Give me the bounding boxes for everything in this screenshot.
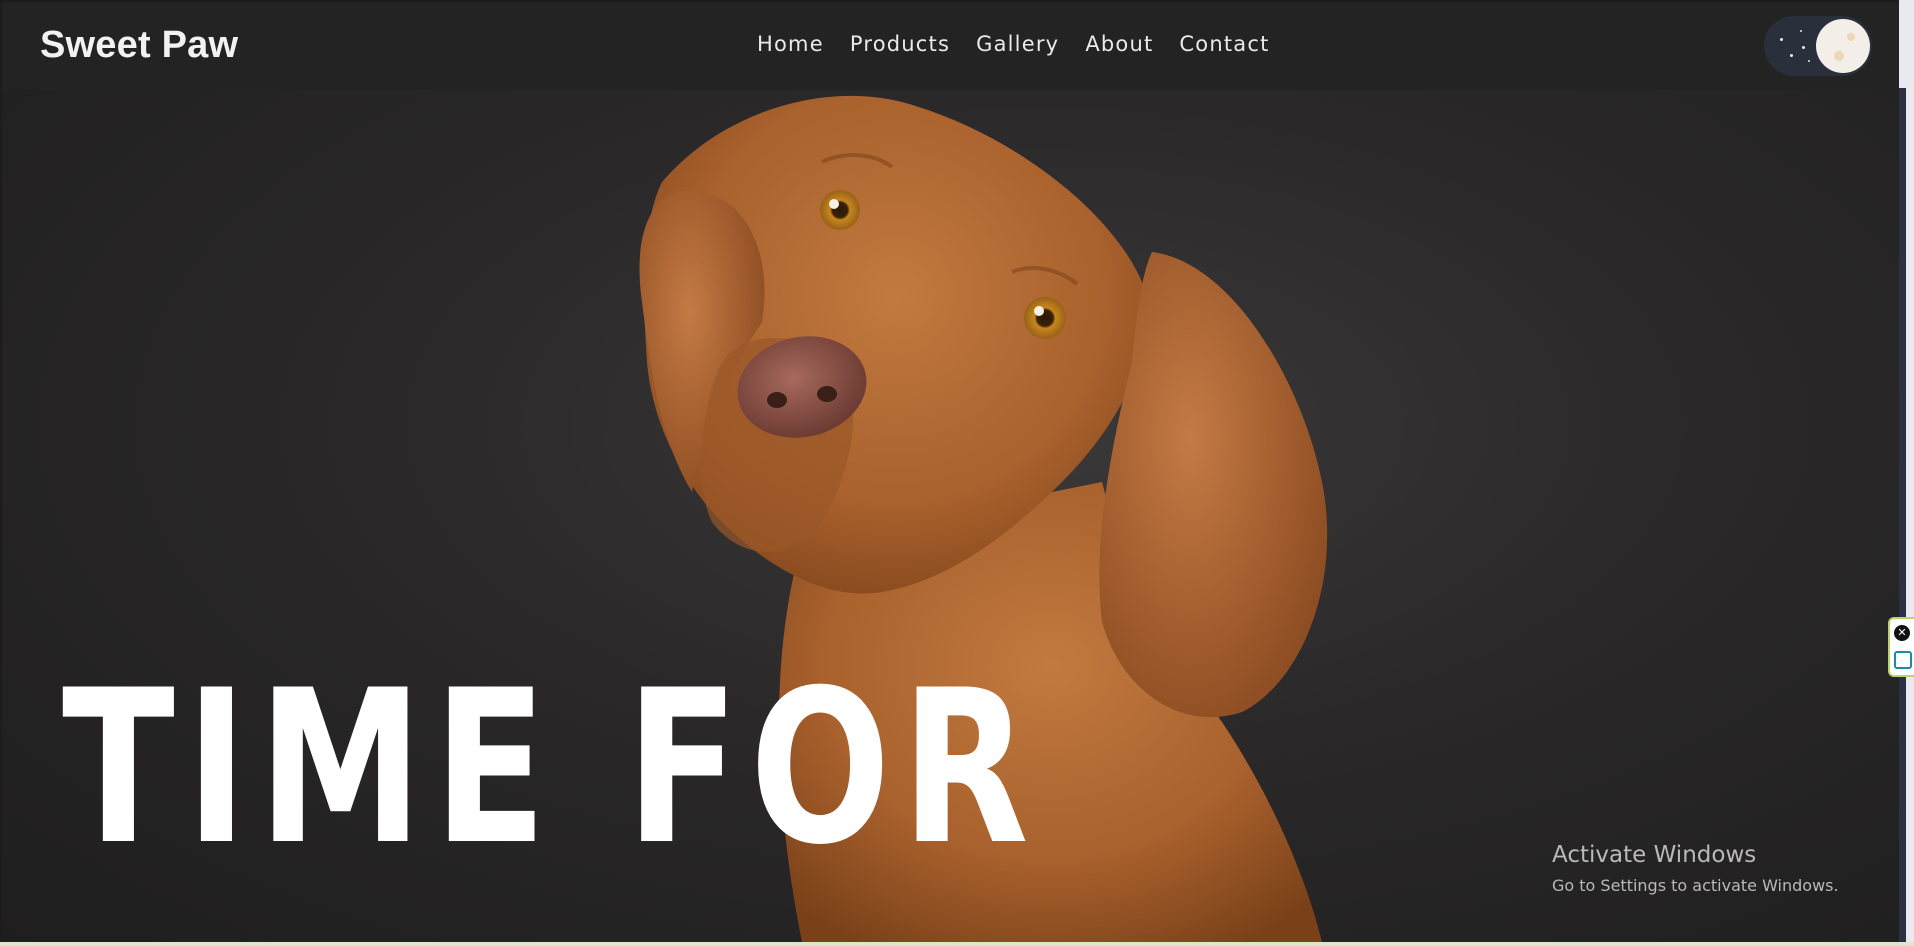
brand-logo[interactable]: Sweet Paw bbox=[40, 24, 238, 67]
nav-home[interactable]: Home bbox=[757, 32, 824, 56]
page-frame: Sweet Paw Home Products Gallery About Co… bbox=[2, 2, 1899, 942]
browser-edge bbox=[1899, 0, 1914, 946]
nav-about[interactable]: About bbox=[1085, 32, 1153, 56]
hero-headline: TIME FOR bbox=[62, 644, 1040, 891]
main-nav: Home Products Gallery About Contact bbox=[757, 32, 1270, 56]
window-bottom-edge bbox=[0, 942, 1914, 946]
translate-icon[interactable] bbox=[1894, 651, 1912, 669]
star-icon bbox=[1808, 60, 1810, 62]
close-icon[interactable]: ✕ bbox=[1894, 625, 1910, 641]
star-icon bbox=[1800, 30, 1802, 32]
star-icon bbox=[1780, 38, 1783, 41]
activate-windows-title: Activate Windows bbox=[1552, 842, 1757, 868]
nav-products[interactable]: Products bbox=[850, 32, 950, 56]
side-extension-widget[interactable]: ✕ bbox=[1888, 617, 1914, 677]
nav-contact[interactable]: Contact bbox=[1179, 32, 1269, 56]
moon-toggle-icon bbox=[1816, 19, 1870, 73]
activate-windows-watermark: Activate Windows Go to Settings to activ… bbox=[1552, 842, 1839, 895]
star-icon bbox=[1790, 54, 1793, 57]
nav-gallery[interactable]: Gallery bbox=[976, 32, 1059, 56]
navbar: Sweet Paw Home Products Gallery About Co… bbox=[2, 2, 1899, 90]
star-icon bbox=[1802, 46, 1805, 49]
theme-toggle[interactable] bbox=[1764, 16, 1872, 76]
activate-windows-subtitle: Go to Settings to activate Windows. bbox=[1552, 876, 1839, 895]
